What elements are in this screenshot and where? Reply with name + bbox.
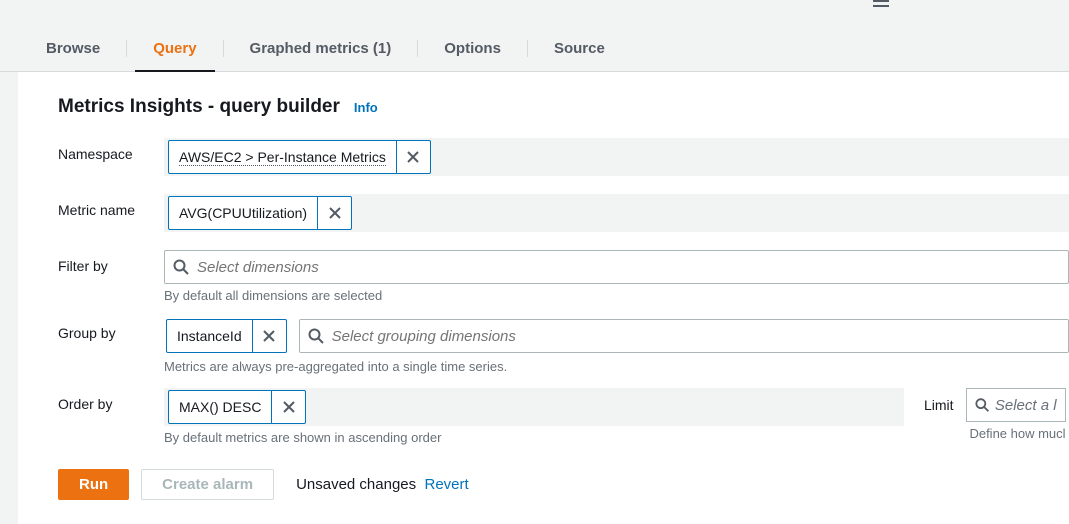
tab-divider [527, 40, 528, 57]
search-icon [173, 259, 189, 275]
group-by-label: Group by [58, 317, 164, 341]
filter-by-label: Filter by [58, 250, 164, 274]
metric-name-field[interactable]: AVG(CPUUtilization) [164, 194, 1069, 232]
metric-name-chip-label: AVG(CPUUtilization) [169, 197, 317, 229]
limit-input[interactable]: Select a l [966, 388, 1066, 422]
search-icon [308, 328, 324, 344]
namespace-chip-label: AWS/EC2 > Per-Instance Metrics [179, 149, 386, 166]
order-by-field[interactable]: MAX() DESC [164, 388, 904, 426]
limit-placeholder: Select a l [995, 397, 1057, 414]
order-by-chip-remove[interactable] [271, 391, 305, 423]
namespace-chip[interactable]: AWS/EC2 > Per-Instance Metrics [168, 140, 431, 174]
order-by-helper: By default metrics are shown in ascendin… [164, 430, 904, 445]
tab-divider [417, 40, 418, 57]
filter-by-search[interactable] [197, 259, 1060, 276]
order-by-chip[interactable]: MAX() DESC [168, 390, 306, 424]
run-button[interactable]: Run [58, 469, 129, 500]
metric-name-label: Metric name [58, 194, 164, 218]
unsaved-changes-text: Unsaved changes [296, 476, 416, 493]
filter-by-helper: By default all dimensions are selected [164, 288, 1069, 303]
group-by-chip[interactable]: InstanceId [166, 319, 287, 353]
order-by-chip-label: MAX() DESC [169, 391, 271, 423]
limit-label: Limit [924, 397, 954, 413]
close-icon [283, 401, 295, 413]
namespace-field[interactable]: AWS/EC2 > Per-Instance Metrics [164, 138, 1069, 176]
group-by-search[interactable] [332, 328, 1060, 345]
menu-icon[interactable] [873, 0, 889, 4]
filter-by-input[interactable] [164, 250, 1069, 284]
tab-browse[interactable]: Browse [28, 30, 118, 71]
namespace-label: Namespace [58, 138, 164, 162]
group-by-chip-remove[interactable] [252, 320, 286, 352]
page-title: Metrics Insights - query builder [58, 96, 340, 118]
tab-options[interactable]: Options [426, 30, 519, 71]
create-alarm-button[interactable]: Create alarm [141, 469, 274, 500]
tab-query[interactable]: Query [135, 30, 214, 71]
tab-divider [223, 40, 224, 57]
tabs-bar: Browse Query Graphed metrics (1) Options… [0, 0, 1069, 72]
info-link[interactable]: Info [354, 100, 378, 115]
order-by-label: Order by [58, 388, 164, 412]
close-icon [263, 330, 275, 342]
group-by-chip-label: InstanceId [167, 320, 252, 352]
group-by-helper: Metrics are always pre-aggregated into a… [164, 359, 1069, 374]
tab-divider [126, 40, 127, 57]
tab-graphed-metrics[interactable]: Graphed metrics (1) [232, 30, 410, 71]
metric-name-chip[interactable]: AVG(CPUUtilization) [168, 196, 352, 230]
search-icon [975, 397, 989, 413]
limit-helper: Define how mucl [924, 426, 1066, 441]
namespace-chip-remove[interactable] [396, 141, 430, 173]
tab-source[interactable]: Source [536, 30, 623, 71]
group-by-input[interactable] [299, 319, 1069, 353]
revert-link[interactable]: Revert [425, 476, 469, 493]
close-icon [329, 207, 341, 219]
metric-name-chip-remove[interactable] [317, 197, 351, 229]
close-icon [407, 151, 419, 163]
